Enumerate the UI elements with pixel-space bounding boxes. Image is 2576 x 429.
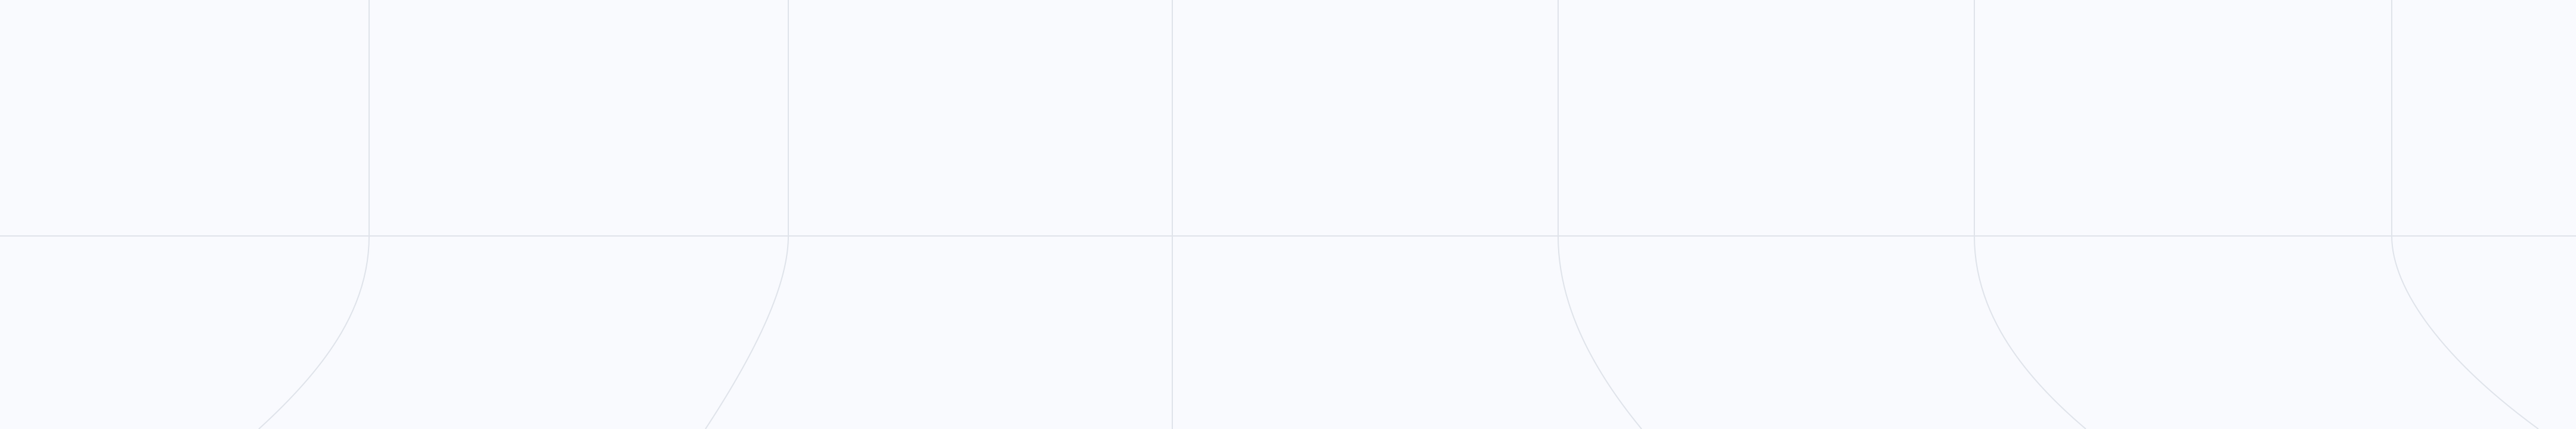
curve-guide-1 (258, 235, 370, 429)
curve-guide-2 (705, 235, 789, 429)
curve-guide-5 (2391, 235, 2539, 429)
curve-guide-4 (1974, 235, 2086, 429)
grid-guides (0, 0, 2576, 429)
blank-canvas (0, 0, 2576, 429)
curve-guide-3 (1558, 235, 1642, 429)
